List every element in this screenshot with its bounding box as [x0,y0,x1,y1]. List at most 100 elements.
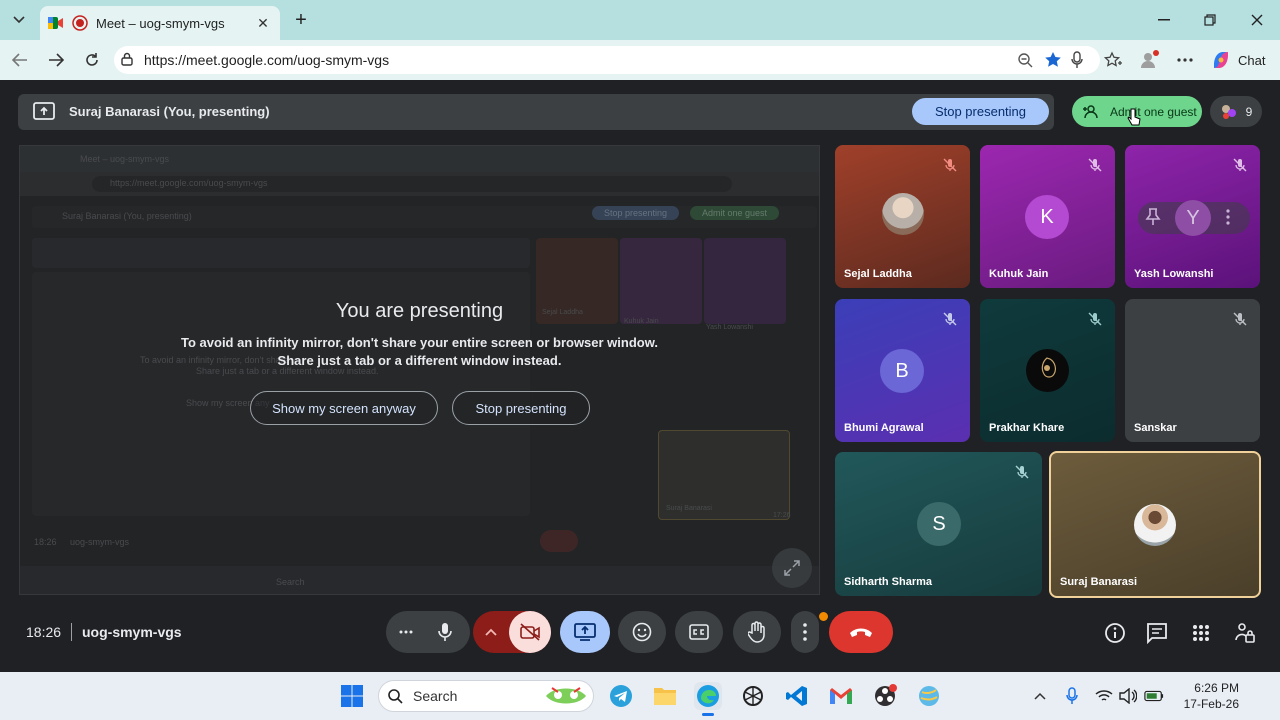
tray-overflow-chevron-icon[interactable] [1030,686,1050,706]
meeting-details-icon[interactable] [1102,620,1128,646]
participants-button[interactable]: 9 [1210,96,1262,127]
copilot-chat-button[interactable]: Chat [1210,47,1265,73]
camera-off-icon[interactable] [509,611,551,653]
microphone-toggle-icon[interactable] [424,611,466,653]
meet-favicon-icon [48,16,64,30]
audio-settings-more-icon[interactable] [386,611,426,653]
search-highlight-mask-icon [544,684,588,708]
more-options-icon[interactable] [791,611,819,653]
avatar: S [917,502,961,546]
muted-mic-icon [938,153,962,177]
present-now-icon[interactable] [560,611,610,653]
presenting-warning-line2: Share just a tab or a different window i… [277,353,562,368]
activities-grid-icon[interactable] [1188,620,1214,646]
add-person-icon [1080,101,1102,123]
participant-tile-sidharth[interactable]: S Sidharth Sharma [835,452,1042,596]
star-bookmark-icon[interactable] [1042,49,1064,71]
back-arrow-icon[interactable] [8,48,32,72]
lock-icon[interactable] [121,52,133,66]
microphone-icon[interactable] [1066,49,1088,71]
participants-count: 9 [1245,104,1253,119]
close-window-icon[interactable] [1245,8,1269,32]
meeting-clock: 18:26 [26,624,62,640]
taskbar-time: 6:26 PM [1194,681,1239,695]
reload-icon[interactable] [80,48,104,72]
mouse-hand-cursor-icon [1127,108,1141,128]
battery-charging-icon[interactable] [1144,686,1164,706]
show-screen-anyway-button[interactable]: Show my screen anyway [250,391,438,425]
profile-avatar-icon[interactable] [1138,49,1160,71]
participant-name: Suraj Banarasi [1060,576,1138,588]
participant-tile-suraj-self[interactable]: Suraj Banarasi [1049,451,1261,598]
muted-mic-icon [1228,307,1252,331]
edge-active-indicator [702,713,714,716]
host-controls-lock-icon[interactable] [1232,620,1258,646]
more-menu-icon[interactable] [1174,49,1196,71]
participant-tile-sanskar[interactable]: Sanskar [1125,299,1260,442]
minimize-icon[interactable] [1152,8,1176,32]
wifi-icon[interactable] [1094,686,1114,706]
browser-tab-meet[interactable]: Meet – uog-smym-vgs ✕ [40,6,280,40]
avatar-photo [882,193,924,235]
restore-icon[interactable] [1198,8,1222,32]
leave-call-icon[interactable] [829,611,893,653]
avatar-photo [1026,349,1069,392]
tab-close-icon[interactable]: ✕ [254,14,272,32]
presenting-overlay [19,145,820,595]
participant-tile-kuhuk[interactable]: K Kuhuk Jain [980,145,1115,288]
volume-icon[interactable] [1118,686,1138,706]
recording-icon [72,15,88,31]
tray-microphone-icon[interactable] [1062,686,1082,706]
muted-mic-icon [938,307,962,331]
obs-recorder-icon[interactable] [871,682,899,710]
new-tab-plus-icon[interactable]: + [290,9,312,31]
zoom-out-icon[interactable] [1014,49,1036,71]
notification-dot [819,612,828,621]
file-explorer-icon[interactable] [651,682,679,710]
pin-icon[interactable] [1145,208,1161,226]
chat-icon[interactable] [1144,620,1170,646]
app-globe-icon[interactable] [915,682,943,710]
telegram-icon[interactable] [607,682,635,710]
vscode-icon[interactable] [783,682,811,710]
forward-arrow-icon[interactable] [44,48,68,72]
present-screen-icon [33,102,55,120]
stop-presenting-top-button[interactable]: Stop presenting [912,98,1049,125]
captions-icon[interactable] [675,611,723,653]
participant-tile-prakhar[interactable]: Prakhar Khare [980,299,1115,442]
presenting-warning: To avoid an infinity mirror, don't share… [19,334,820,370]
avatar-photo [1134,504,1176,546]
edge-browser-icon[interactable] [694,682,722,710]
expand-icon[interactable] [772,548,812,588]
video-settings-chevron-icon[interactable] [473,611,509,653]
favorites-icon[interactable] [1102,49,1124,71]
taskbar-clock[interactable]: 6:26 PM 17-Feb-26 [1183,680,1239,712]
participant-tile-yash[interactable]: Y Yash Lowanshi [1125,145,1260,288]
avatar: K [1025,195,1069,239]
tab-list-chevron-icon[interactable] [6,8,32,32]
participant-tile-bhumi[interactable]: B Bhumi Agrawal [835,299,970,442]
participant-name: Bhumi Agrawal [844,422,924,434]
taskbar-search-label: Search [413,688,458,704]
stop-presenting-button[interactable]: Stop presenting [452,391,590,425]
participant-name: Sanskar [1134,422,1177,434]
muted-mic-icon [1083,307,1107,331]
muted-mic-icon [1228,153,1252,177]
muted-mic-icon [1010,460,1034,484]
url-text[interactable]: https://meet.google.com/uog-smym-vgs [144,52,389,68]
reactions-emoji-icon[interactable] [618,611,666,653]
clock-divider [71,623,72,641]
participants-avatars-icon [1220,103,1238,121]
presenter-title: Suraj Banarasi (You, presenting) [69,104,270,119]
gmail-icon[interactable] [827,682,855,710]
tile-more-icon[interactable] [1226,209,1230,225]
windows-start-icon[interactable] [338,682,366,710]
chatgpt-icon[interactable] [739,682,767,710]
participant-name: Kuhuk Jain [989,268,1049,280]
taskbar-search-icon [387,688,403,704]
avatar: B [880,349,924,393]
meeting-code: uog-smym-vgs [82,624,182,640]
participant-tile-sejal[interactable]: Sejal Laddha [835,145,970,288]
raise-hand-icon[interactable] [733,611,781,653]
windows-taskbar [0,672,1280,720]
